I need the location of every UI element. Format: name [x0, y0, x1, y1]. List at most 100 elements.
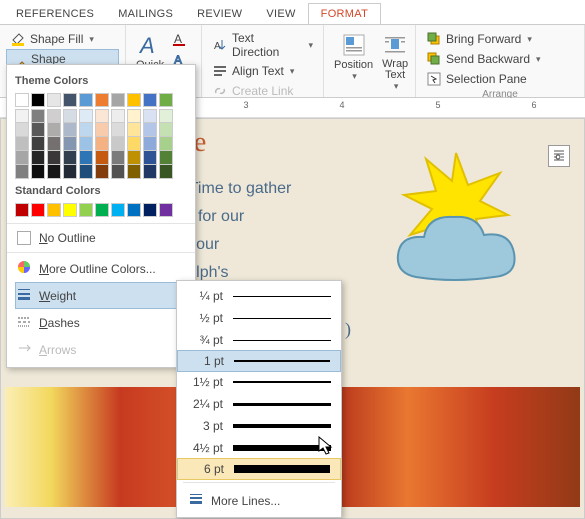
color-swatch[interactable] — [31, 165, 45, 179]
color-swatch[interactable] — [47, 123, 61, 137]
color-swatch[interactable] — [95, 165, 109, 179]
bring-forward-button[interactable]: Bring Forward▾ — [422, 29, 578, 49]
dashes-item[interactable]: Dashes ▶ — [15, 309, 187, 336]
color-swatch[interactable] — [143, 123, 157, 137]
sun-cloud-shape[interactable] — [376, 137, 556, 307]
color-swatch[interactable] — [15, 203, 29, 217]
color-swatch[interactable] — [15, 93, 29, 107]
color-swatch[interactable] — [15, 165, 29, 179]
color-swatch[interactable] — [79, 203, 93, 217]
color-swatch[interactable] — [15, 123, 29, 137]
text-fill-icon[interactable]: A — [172, 31, 188, 50]
color-swatch[interactable] — [111, 137, 125, 151]
color-swatch[interactable] — [95, 93, 109, 107]
color-swatch[interactable] — [63, 123, 77, 137]
color-swatch[interactable] — [159, 93, 173, 107]
color-swatch[interactable] — [47, 93, 61, 107]
color-swatch[interactable] — [31, 109, 45, 123]
color-swatch[interactable] — [63, 109, 77, 123]
color-swatch[interactable] — [63, 137, 77, 151]
color-swatch[interactable] — [79, 93, 93, 107]
color-swatch[interactable] — [63, 203, 77, 217]
color-swatch[interactable] — [143, 151, 157, 165]
color-swatch[interactable] — [47, 165, 61, 179]
color-swatch[interactable] — [15, 137, 29, 151]
color-swatch[interactable] — [47, 137, 61, 151]
color-swatch[interactable] — [63, 93, 77, 107]
color-swatch[interactable] — [31, 137, 45, 151]
color-swatch[interactable] — [159, 203, 173, 217]
color-swatch[interactable] — [47, 151, 61, 165]
color-swatch[interactable] — [63, 151, 77, 165]
color-swatch[interactable] — [95, 137, 109, 151]
color-swatch[interactable] — [159, 165, 173, 179]
color-swatch[interactable] — [159, 151, 173, 165]
color-swatch[interactable] — [111, 165, 125, 179]
more-lines-item[interactable]: More Lines... — [177, 486, 341, 513]
color-swatch[interactable] — [111, 151, 125, 165]
shape-fill-button[interactable]: Shape Fill ▾ — [6, 29, 119, 49]
color-swatch[interactable] — [95, 151, 109, 165]
color-swatch[interactable] — [111, 203, 125, 217]
color-swatch[interactable] — [127, 137, 141, 151]
color-swatch[interactable] — [79, 165, 93, 179]
color-swatch[interactable] — [143, 109, 157, 123]
color-swatch[interactable] — [95, 123, 109, 137]
send-backward-button[interactable]: Send Backward▾ — [422, 49, 578, 69]
selection-pane-button[interactable]: Selection Pane — [422, 69, 578, 89]
wrap-text-button[interactable]: Wrap Text▾ — [377, 29, 413, 94]
color-swatch[interactable] — [31, 93, 45, 107]
tab-mailings[interactable]: MAILINGS — [106, 4, 185, 24]
color-swatch[interactable] — [31, 151, 45, 165]
color-swatch[interactable] — [127, 123, 141, 137]
color-swatch[interactable] — [15, 109, 29, 123]
weight-option[interactable]: 3 pt — [177, 415, 341, 437]
color-swatch[interactable] — [127, 165, 141, 179]
no-outline-item[interactable]: No Outline — [15, 226, 187, 250]
color-swatch[interactable] — [127, 109, 141, 123]
color-swatch[interactable] — [15, 151, 29, 165]
color-swatch[interactable] — [111, 123, 125, 137]
color-swatch[interactable] — [159, 123, 173, 137]
tab-format[interactable]: FORMAT — [308, 3, 381, 25]
color-swatch[interactable] — [95, 203, 109, 217]
color-swatch[interactable] — [127, 93, 141, 107]
color-swatch[interactable] — [79, 123, 93, 137]
color-swatch[interactable] — [127, 151, 141, 165]
color-swatch[interactable] — [47, 203, 61, 217]
tab-references[interactable]: REFERENCES — [4, 4, 106, 24]
weight-option[interactable]: ¼ pt — [177, 285, 341, 307]
color-swatch[interactable] — [111, 109, 125, 123]
color-swatch[interactable] — [127, 203, 141, 217]
weight-option[interactable]: ¾ pt — [177, 329, 341, 351]
weight-option[interactable]: 4½ pt — [177, 437, 341, 459]
text-direction-button[interactable]: A Text Direction▾ — [208, 29, 317, 61]
color-swatch[interactable] — [111, 93, 125, 107]
text-direction-label: Text Direction — [232, 31, 302, 59]
weight-option[interactable]: 1 pt — [177, 350, 341, 372]
color-swatch[interactable] — [79, 151, 93, 165]
color-swatch[interactable] — [79, 137, 93, 151]
weight-option[interactable]: 1½ pt — [177, 371, 341, 393]
tab-view[interactable]: VIEW — [254, 4, 307, 24]
color-swatch[interactable] — [95, 109, 109, 123]
color-swatch[interactable] — [31, 203, 45, 217]
color-swatch[interactable] — [143, 137, 157, 151]
weight-option[interactable]: 6 pt — [177, 458, 341, 480]
color-swatch[interactable] — [79, 109, 93, 123]
color-swatch[interactable] — [143, 203, 157, 217]
weight-item[interactable]: Weight ▶ — [15, 282, 187, 309]
color-swatch[interactable] — [63, 165, 77, 179]
more-outline-colors-item[interactable]: More Outline Colors... — [15, 255, 187, 282]
color-swatch[interactable] — [31, 123, 45, 137]
tab-review[interactable]: REVIEW — [185, 4, 254, 24]
color-swatch[interactable] — [159, 137, 173, 151]
weight-option[interactable]: ½ pt — [177, 307, 341, 329]
color-swatch[interactable] — [143, 93, 157, 107]
color-swatch[interactable] — [47, 109, 61, 123]
color-swatch[interactable] — [159, 109, 173, 123]
position-button[interactable]: Position▾ — [330, 29, 377, 84]
color-swatch[interactable] — [143, 165, 157, 179]
align-text-button[interactable]: Align Text▾ — [208, 61, 317, 81]
weight-option[interactable]: 2¼ pt — [177, 393, 341, 415]
